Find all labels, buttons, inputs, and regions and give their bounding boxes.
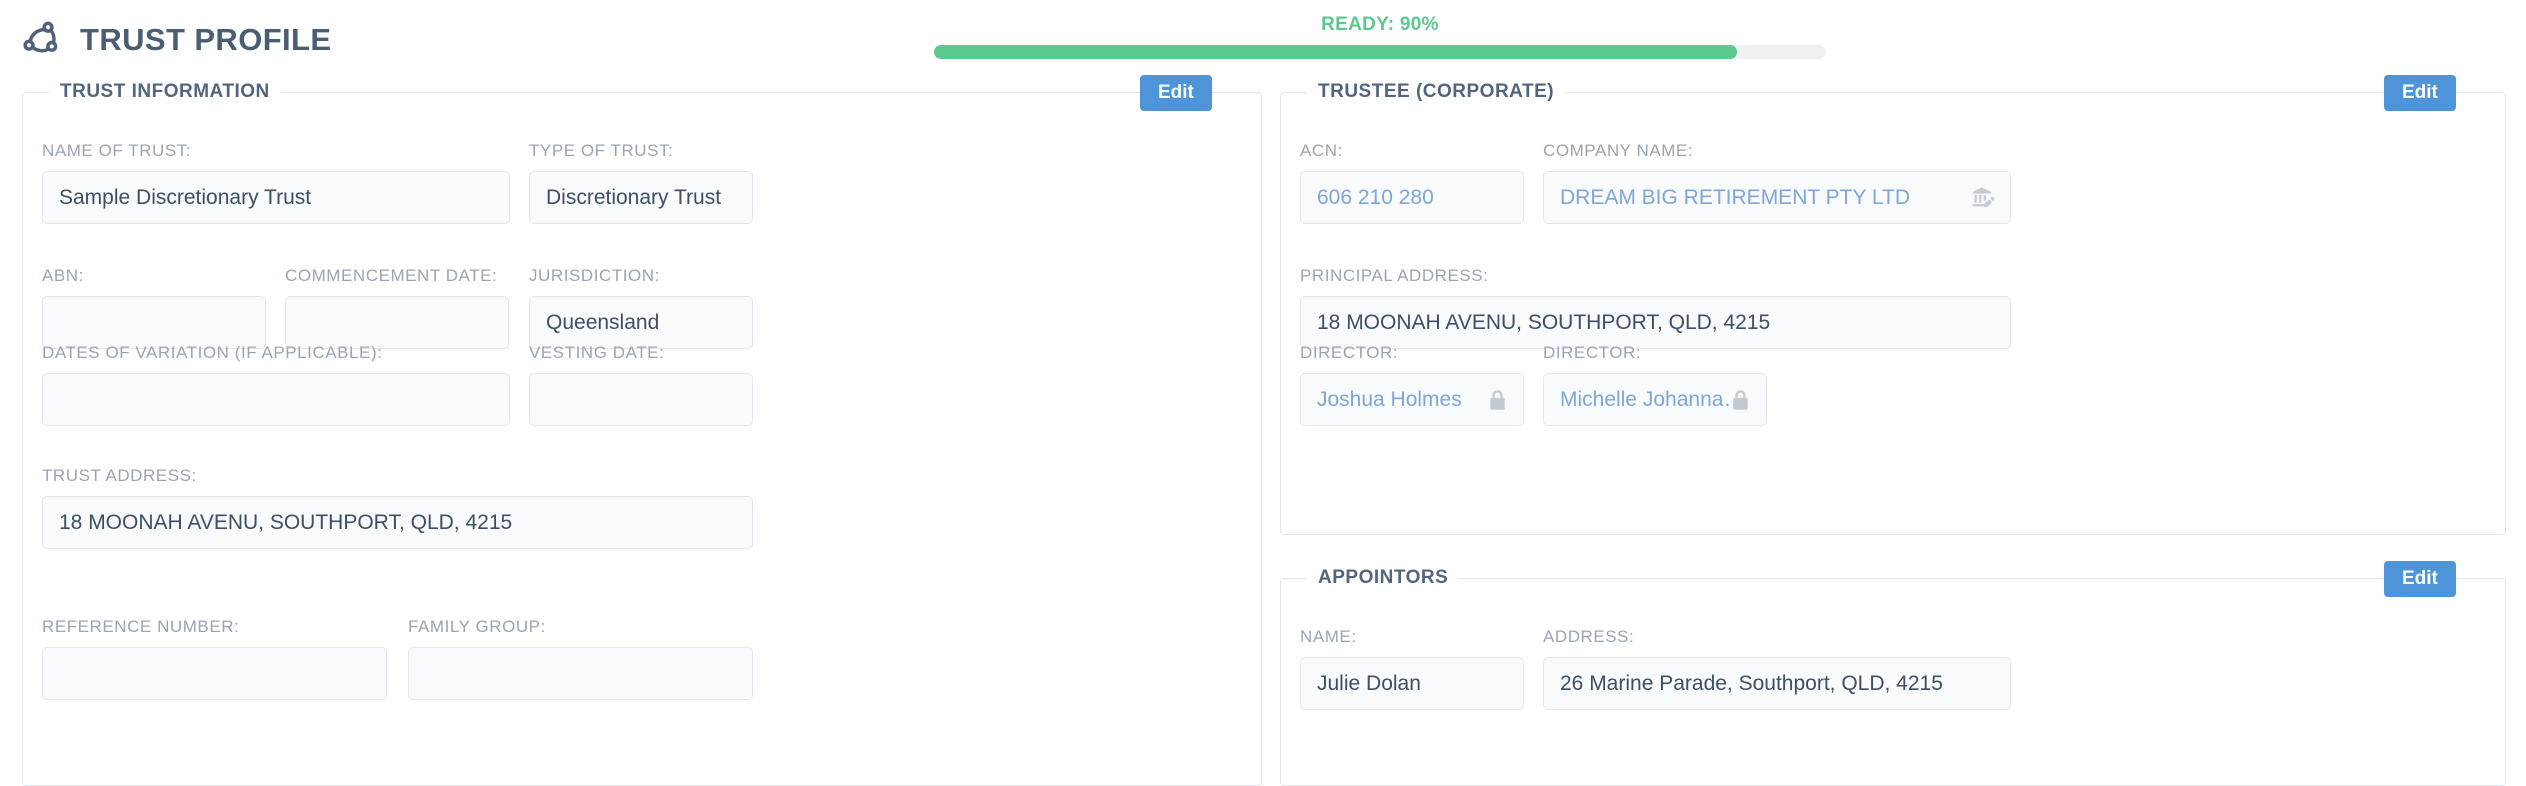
trustee-corporate-panel: TRUSTEE (CORPORATE) Edit ACN: 606 210 28…: [1280, 75, 2506, 535]
field-type-of-trust: TYPE OF TRUST: Discretionary Trust: [529, 141, 753, 224]
field-vesting-date: VESTING DATE:: [529, 343, 753, 426]
trust-information-panel: TRUST INFORMATION Edit NAME OF TRUST: Sa…: [22, 75, 1262, 786]
field-value: Joshua Holmes: [1317, 387, 1462, 411]
abn-input[interactable]: [42, 296, 266, 349]
field-value: 18 MOONAH AVENU, SOUTHPORT, QLD, 4215: [1317, 310, 1771, 334]
vesting-date-input[interactable]: [529, 373, 753, 426]
trust-address-input[interactable]: 18 MOONAH AVENU, SOUTHPORT, QLD, 4215: [42, 496, 753, 549]
field-principal-address: PRINCIPAL ADDRESS: 18 MOONAH AVENU, SOUT…: [1300, 266, 2011, 349]
field-value: 18 MOONAH AVENU, SOUTHPORT, QLD, 4215: [59, 510, 513, 534]
field-company-name: COMPANY NAME: DREAM BIG RETIREMENT PTY L…: [1543, 141, 2011, 224]
field-value: Julie Dolan: [1317, 671, 1421, 695]
field-reference-number: REFERENCE NUMBER:: [42, 617, 387, 700]
field-label: NAME OF TRUST:: [42, 141, 192, 160]
field-label: VESTING DATE:: [529, 343, 665, 362]
field-value: DREAM BIG RETIREMENT PTY LTD: [1560, 185, 1911, 209]
field-commencement-date: COMMENCEMENT DATE:: [285, 266, 509, 349]
trust-profile-page: TRUST PROFILE READY: 90% TRUST INFORMATI…: [0, 0, 2526, 786]
type-of-trust-input[interactable]: Discretionary Trust: [529, 171, 753, 224]
page-header: TRUST PROFILE READY: 90%: [0, 0, 2526, 78]
field-label: PRINCIPAL ADDRESS:: [1300, 266, 1489, 285]
principal-address-input[interactable]: 18 MOONAH AVENU, SOUTHPORT, QLD, 4215: [1300, 296, 2011, 349]
field-label: TRUST ADDRESS:: [42, 466, 197, 485]
field-appointor-name: NAME: Julie Dolan: [1300, 627, 1524, 710]
appointor-name-input[interactable]: Julie Dolan: [1300, 657, 1524, 710]
progress-label: READY: 90%: [1321, 14, 1439, 35]
field-value: Queensland: [546, 310, 660, 334]
director-2-input[interactable]: Michelle Johanna Holmes: [1543, 373, 1767, 426]
trustee-corporate-legend: TRUSTEE (CORPORATE): [1307, 81, 1566, 103]
field-label: NAME:: [1300, 627, 1357, 646]
field-value: 606 210 280: [1317, 185, 1434, 209]
field-label: COMPANY NAME:: [1543, 141, 1694, 160]
family-group-input[interactable]: [408, 647, 753, 700]
field-trust-address: TRUST ADDRESS: 18 MOONAH AVENU, SOUTHPOR…: [42, 466, 753, 549]
field-label: DATES OF VARIATION (IF APPLICABLE):: [42, 343, 383, 362]
field-label: COMMENCEMENT DATE:: [285, 266, 498, 285]
field-label: JURISDICTION:: [529, 266, 660, 285]
readiness-progress: READY: 90%: [934, 14, 1826, 59]
director-1-input[interactable]: Joshua Holmes: [1300, 373, 1524, 426]
progress-track: [934, 45, 1826, 59]
field-director-1: DIRECTOR: Joshua Holmes: [1300, 343, 1524, 426]
field-acn: ACN: 606 210 280: [1300, 141, 1524, 224]
field-label: DIRECTOR:: [1300, 343, 1399, 362]
edit-trustee-button[interactable]: Edit: [2384, 75, 2456, 111]
edit-appointors-button[interactable]: Edit: [2384, 561, 2456, 597]
jurisdiction-input[interactable]: Queensland: [529, 296, 753, 349]
field-label: DIRECTOR:: [1543, 343, 1642, 362]
field-value: Discretionary Trust: [546, 185, 722, 209]
field-family-group: FAMILY GROUP:: [408, 617, 753, 700]
company-name-input[interactable]: DREAM BIG RETIREMENT PTY LTD: [1543, 171, 2011, 224]
appointors-panel: APPOINTORS Edit NAME: Julie Dolan ADDRES…: [1280, 561, 2506, 786]
field-director-2: DIRECTOR: Michelle Johanna Holmes: [1543, 343, 1767, 426]
trust-information-legend: TRUST INFORMATION: [49, 81, 281, 103]
page-title: TRUST PROFILE: [80, 22, 332, 57]
lock-icon: [1486, 388, 1509, 411]
field-label: REFERENCE NUMBER:: [42, 617, 240, 636]
name-of-trust-input[interactable]: Sample Discretionary Trust: [42, 171, 510, 224]
reference-number-input[interactable]: [42, 647, 387, 700]
field-value: 26 Marine Parade, Southport, QLD, 4215: [1560, 671, 1943, 695]
field-dates-of-variation: DATES OF VARIATION (IF APPLICABLE):: [42, 343, 510, 426]
field-label: ABN:: [42, 266, 84, 285]
progress-fill: [934, 45, 1737, 59]
commencement-date-input[interactable]: [285, 296, 509, 349]
appointor-address-input[interactable]: 26 Marine Parade, Southport, QLD, 4215: [1543, 657, 2011, 710]
field-label: TYPE OF TRUST:: [529, 141, 674, 160]
dates-of-variation-input[interactable]: [42, 373, 510, 426]
field-abn: ABN:: [42, 266, 266, 349]
edit-trust-information-button[interactable]: Edit: [1140, 75, 1212, 111]
acn-input[interactable]: 606 210 280: [1300, 171, 1524, 224]
lock-icon: [1729, 388, 1752, 411]
share-network-icon: [18, 17, 62, 61]
appointors-legend: APPOINTORS: [1307, 567, 1460, 589]
field-appointor-address: ADDRESS: 26 Marine Parade, Southport, QL…: [1543, 627, 2011, 710]
field-label: ACN:: [1300, 141, 1343, 160]
field-label: ADDRESS:: [1543, 627, 1635, 646]
field-name-of-trust: NAME OF TRUST: Sample Discretionary Trus…: [42, 141, 510, 224]
field-value: Sample Discretionary Trust: [59, 185, 312, 209]
field-jurisdiction: JURISDICTION: Queensland: [529, 266, 753, 349]
company-edit-icon[interactable]: [1970, 185, 1996, 211]
field-value: Michelle Johanna Holmes: [1560, 387, 1750, 411]
field-label: FAMILY GROUP:: [408, 617, 546, 636]
